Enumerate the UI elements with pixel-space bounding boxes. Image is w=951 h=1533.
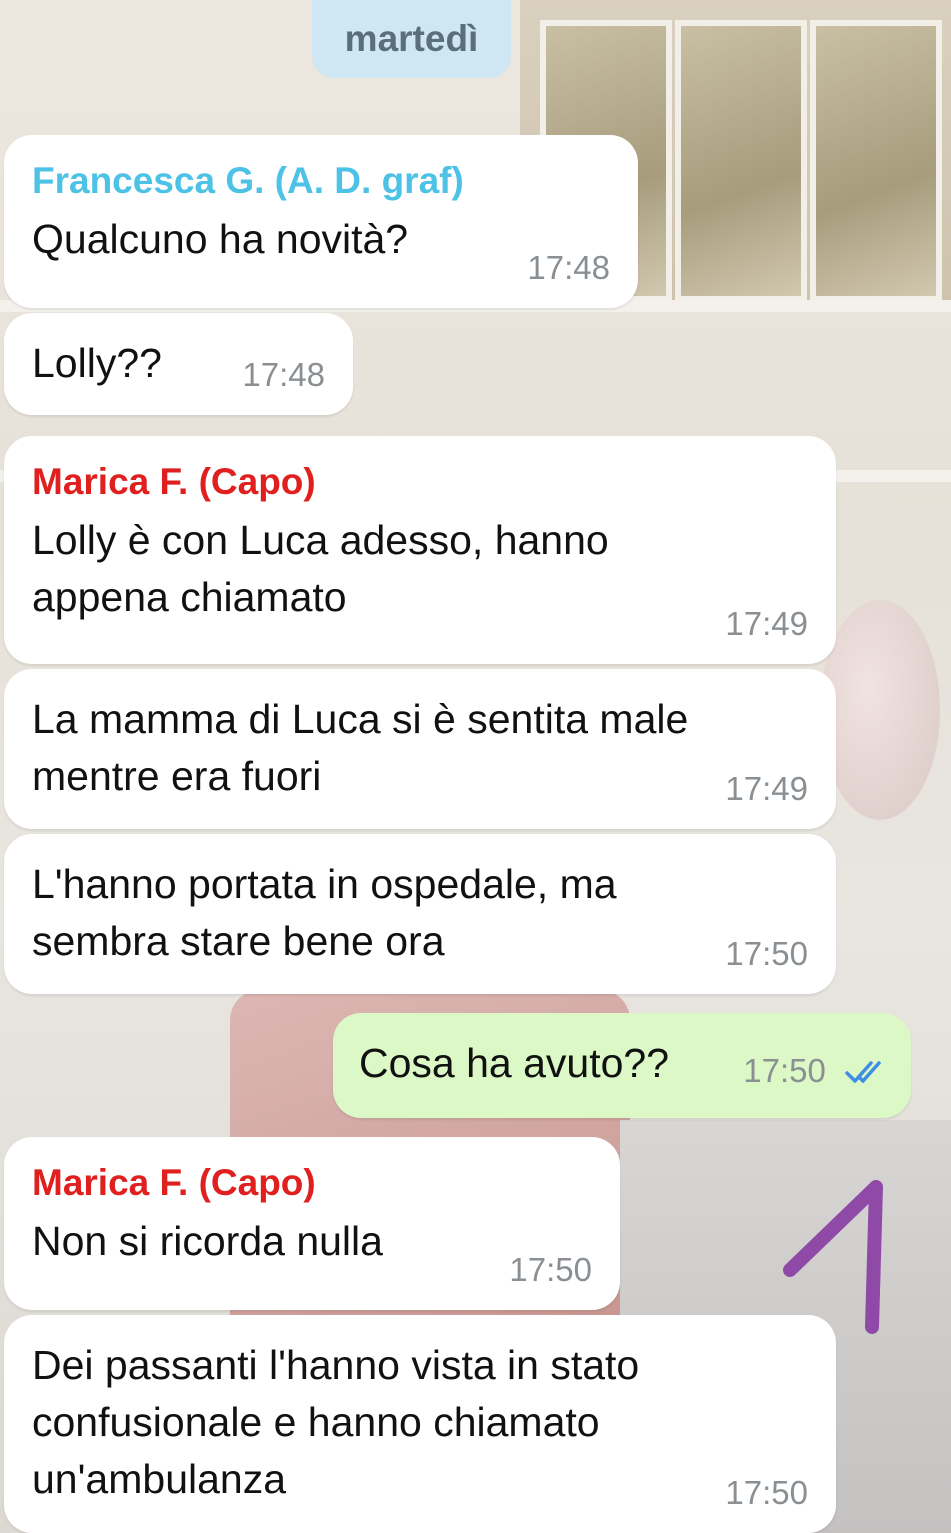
message-time: 17:48 (242, 356, 325, 393)
message-text: Dei passanti l'hanno vista in stato conf… (32, 1342, 640, 1502)
message-text: L'hanno portata in ospedale, ma sembra s… (32, 861, 617, 964)
read-ticks-icon (845, 1045, 889, 1102)
message-bubble[interactable]: L'hanno portata in ospedale, ma sembra s… (4, 834, 836, 994)
message-text: La mamma di Luca si è sentita male mentr… (32, 696, 689, 799)
message-time-wrap: 17:50 (743, 1042, 889, 1102)
message-bubble[interactable]: Dei passanti l'hanno vista in stato conf… (4, 1315, 836, 1533)
message-time: 17:48 (527, 249, 610, 286)
sender-name[interactable]: Francesca G. (A. D. graf) (32, 157, 612, 205)
message-time: 17:50 (509, 1251, 592, 1288)
message-time: 17:50 (743, 1052, 826, 1090)
message-bubble[interactable]: Lolly?? 17:48 (4, 313, 353, 415)
message-time: 17:50 (725, 1474, 808, 1511)
message-time: 17:49 (725, 605, 808, 642)
message-bubble[interactable]: Francesca G. (A. D. graf) Qualcuno ha no… (4, 135, 638, 308)
date-separator: martedì (312, 0, 511, 78)
sender-name[interactable]: Marica F. (Capo) (32, 1159, 594, 1207)
outgoing-message-bubble[interactable]: Cosa ha avuto?? 17:50 (333, 1013, 911, 1118)
message-bubble[interactable]: Marica F. (Capo) Non si ricorda nulla 17… (4, 1137, 620, 1310)
message-text: Lolly è con Luca adesso, hanno appena ch… (32, 517, 609, 620)
sender-name[interactable]: Marica F. (Capo) (32, 458, 810, 506)
message-time: 17:49 (725, 770, 808, 807)
message-time: 17:50 (725, 935, 808, 972)
message-bubble[interactable]: Marica F. (Capo) Lolly è con Luca adesso… (4, 436, 836, 664)
annotation-mark (780, 1175, 900, 1340)
message-text: Qualcuno ha novità? (32, 216, 409, 262)
message-bubble[interactable]: La mamma di Luca si è sentita male mentr… (4, 669, 836, 829)
